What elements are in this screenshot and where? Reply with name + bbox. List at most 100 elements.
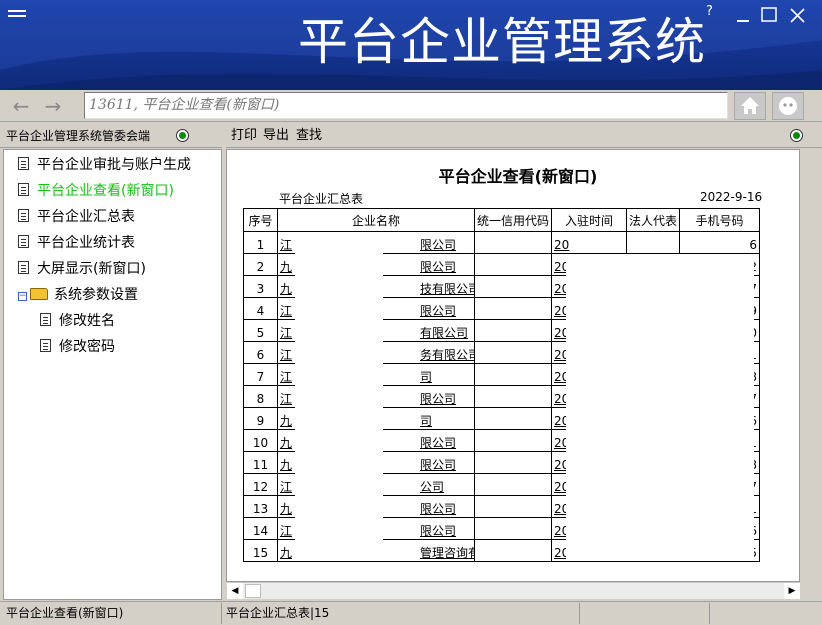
cell-credit-code <box>473 319 553 342</box>
column-header: 手机号码 <box>679 208 761 232</box>
cell-serial: 12 <box>243 473 278 496</box>
user-button[interactable] <box>772 92 804 120</box>
cell-serial: 14 <box>243 517 278 540</box>
user-icon <box>779 97 797 115</box>
cell-serial: 4 <box>243 297 278 320</box>
name-suffix: 限公司 <box>420 260 457 274</box>
name-prefix: 九 <box>280 282 293 296</box>
name-suffix: 限公司 <box>420 524 457 538</box>
name-prefix: 江 <box>280 304 293 318</box>
name-suffix: 限公司 <box>420 458 457 472</box>
name-prefix: 江 <box>280 348 293 362</box>
name-suffix: 限公司 <box>420 502 457 516</box>
name-prefix: 江 <box>280 392 293 406</box>
right-arrow-icon: → <box>44 94 62 118</box>
cell-credit-code <box>473 429 553 452</box>
tree-item-label: 平台企业查看(新窗口) <box>37 183 174 199</box>
redaction-mask <box>566 254 754 561</box>
document-icon <box>18 157 29 170</box>
report-status-icon[interactable] <box>790 129 803 142</box>
print-button[interactable]: 打印 <box>231 123 257 149</box>
cell-serial: 3 <box>243 275 278 298</box>
cell-serial: 7 <box>243 363 278 386</box>
tree-item-label: 平台企业统计表 <box>37 235 135 251</box>
collapse-icon[interactable]: − <box>18 292 27 301</box>
triangle-left-icon: ◀ <box>231 586 239 596</box>
tree-item-label: 大屏显示(新窗口) <box>37 261 146 277</box>
name-suffix: 公司 <box>420 480 445 494</box>
triangle-right-icon: ▶ <box>788 586 796 596</box>
tree-item-big-screen[interactable]: 大屏显示(新窗口) <box>18 258 146 280</box>
tree-item-change-password[interactable]: 修改密码 <box>40 336 115 358</box>
name-prefix: 九 <box>280 436 293 450</box>
forward-button[interactable]: → <box>40 93 66 119</box>
scroll-right-button[interactable]: ▶ <box>784 583 800 599</box>
minimize-button[interactable] <box>734 6 754 26</box>
status-current-page: 平台企业查看(新窗口) <box>0 603 222 624</box>
cell-serial: 11 <box>243 451 278 474</box>
report-subtitle: 平台企业汇总表 <box>279 192 364 206</box>
address-bar: ← → 13611, 平台企业查看(新窗口) <box>0 90 822 122</box>
cell-credit-code <box>473 495 553 518</box>
cell-serial: 8 <box>243 385 278 408</box>
name-suffix: 限公司 <box>420 238 457 252</box>
name-prefix: 江 <box>280 480 293 494</box>
redaction-mask <box>295 237 383 557</box>
name-suffix: 限公司 <box>420 304 457 318</box>
report-viewer: 平台企业查看(新窗口) 平台企业汇总表 2022-9-16 序号 企业名称 统一… <box>226 149 800 582</box>
tree-folder-label: 系统参数设置 <box>54 287 138 303</box>
status-cell <box>580 603 710 624</box>
name-suffix: 司 <box>420 370 433 384</box>
tree-folder-settings[interactable]: − 系统参数设置 <box>18 284 138 306</box>
tree-item-enterprise-view[interactable]: 平台企业查看(新窗口) <box>18 180 174 202</box>
home-button[interactable] <box>734 92 766 120</box>
title-banner: 平台企业管理系统 ? <box>0 0 822 90</box>
help-button[interactable]: ? <box>706 4 726 24</box>
system-menu-icon[interactable] <box>8 10 26 20</box>
tree-item-approval[interactable]: 平台企业审批与账户生成 <box>18 154 191 176</box>
horizontal-scrollbar[interactable]: ◀ ▶ <box>227 582 800 599</box>
tree-item-change-name[interactable]: 修改姓名 <box>40 310 115 332</box>
tree-item-label: 平台企业汇总表 <box>37 209 135 225</box>
address-input[interactable]: 13611, 平台企业查看(新窗口) <box>84 92 728 119</box>
maximize-icon <box>761 7 777 22</box>
maximize-button[interactable] <box>760 6 780 26</box>
tree-item-statistics[interactable]: 平台企业统计表 <box>18 232 135 254</box>
name-prefix: 九 <box>280 458 293 472</box>
document-icon <box>18 209 29 222</box>
report-toolbar: 打印 导出 查找 <box>226 123 822 148</box>
name-prefix: 九 <box>280 502 293 516</box>
cell-serial: 9 <box>243 407 278 430</box>
name-suffix: 限公司 <box>420 392 457 406</box>
cell-credit-code <box>473 275 553 298</box>
status-report-info: 平台企业汇总表|15 <box>222 603 580 624</box>
cell-serial: 2 <box>243 253 278 276</box>
column-header: 统一信用代码 <box>473 208 553 232</box>
export-button[interactable]: 导出 <box>263 123 289 149</box>
name-prefix: 江 <box>280 524 293 538</box>
cell-credit-code <box>473 385 553 408</box>
back-button[interactable]: ← <box>8 93 34 119</box>
column-header: 入驻时间 <box>551 208 628 232</box>
left-panel-status-icon[interactable] <box>176 129 189 142</box>
close-icon <box>790 8 805 23</box>
tree-item-summary[interactable]: 平台企业汇总表 <box>18 206 135 228</box>
cell-serial: 5 <box>243 319 278 342</box>
report-date: 2022-9-16 <box>700 190 763 204</box>
find-button[interactable]: 查找 <box>296 123 322 149</box>
name-prefix: 江 <box>280 326 293 340</box>
cell-credit-code <box>473 231 553 254</box>
cell-credit-code <box>473 517 553 540</box>
scroll-thumb[interactable] <box>245 584 261 598</box>
close-button[interactable] <box>788 6 808 26</box>
document-icon <box>40 313 51 326</box>
scroll-left-button[interactable]: ◀ <box>227 583 243 599</box>
column-header: 企业名称 <box>277 208 475 232</box>
name-suffix: 有限公司 <box>420 326 469 340</box>
navigation-tree: 平台企业审批与账户生成 平台企业查看(新窗口) 平台企业汇总表 平台企业统计表 … <box>3 149 222 600</box>
document-icon <box>18 261 29 274</box>
cell-credit-code <box>473 407 553 430</box>
minimize-icon <box>737 20 749 22</box>
name-prefix: 九 <box>280 260 293 274</box>
tree-item-label: 平台企业审批与账户生成 <box>37 157 191 173</box>
